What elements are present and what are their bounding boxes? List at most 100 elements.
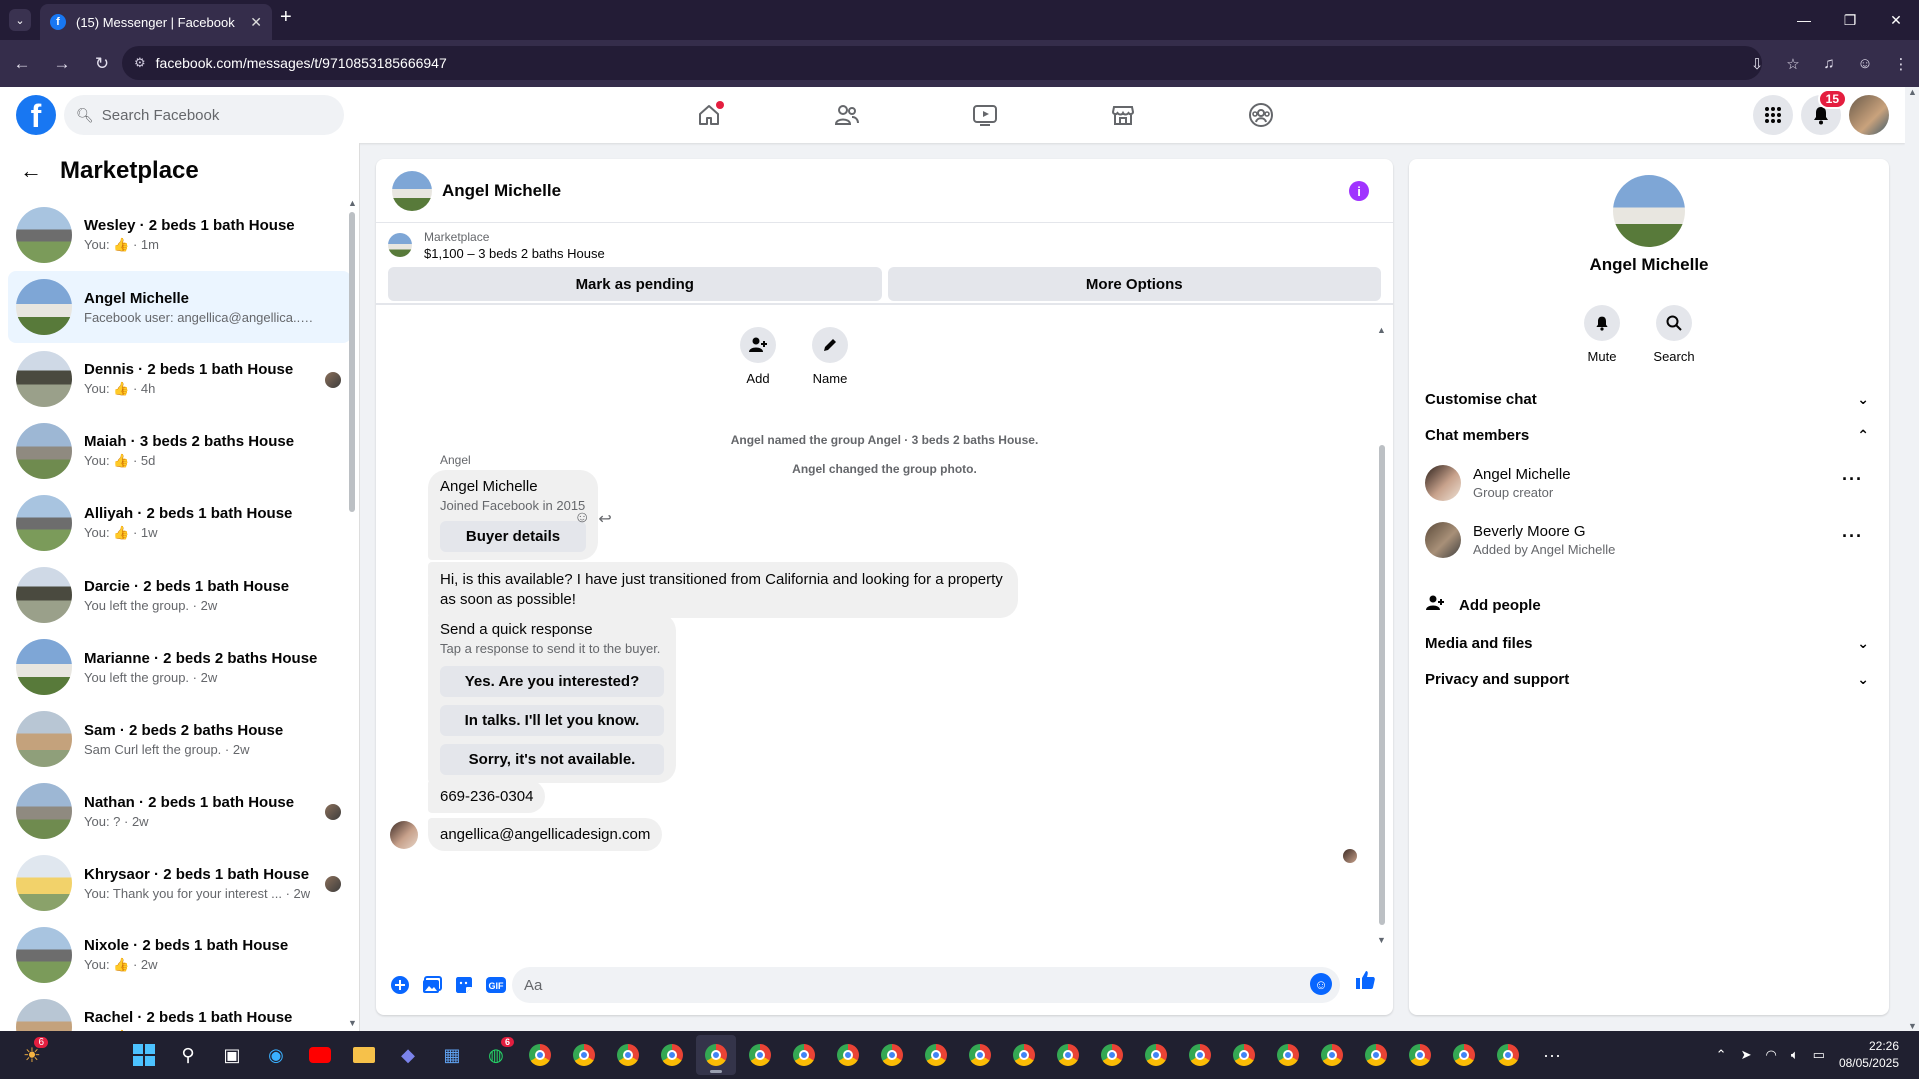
conversation-item[interactable]: Marianne · 2 beds 2 baths House You left …	[8, 631, 351, 703]
more-options-icon[interactable]: ···	[1842, 469, 1863, 490]
close-tab-icon[interactable]: ✕	[250, 14, 262, 31]
message-input[interactable]	[512, 967, 1340, 1003]
scroll-up-icon[interactable]: ▲	[1377, 325, 1386, 335]
nav-video[interactable]	[916, 87, 1054, 143]
notifications-button[interactable]: 15	[1801, 89, 1847, 135]
conversation-item[interactable]: Nixole · 2 beds 1 bath House You: 👍 · 2w	[8, 919, 351, 991]
conversation-item[interactable]: Khrysaor · 2 beds 1 bath House You: Thank…	[8, 847, 351, 919]
email-message-bubble[interactable]: angellica@angellicadesign.com	[428, 818, 663, 851]
task-view-icon[interactable]: ▣	[212, 1035, 252, 1075]
bookmark-star-icon[interactable]: ☆	[1775, 55, 1811, 73]
start-button[interactable]	[124, 1035, 164, 1075]
listing-banner[interactable]: Marketplace $1,100 – 3 beds 2 baths Hous…	[376, 223, 1393, 267]
file-explorer-icon[interactable]	[344, 1035, 384, 1075]
chat-scrollbar[interactable]: ▲ ▼	[1377, 325, 1387, 945]
scroll-up-icon[interactable]: ▲	[348, 198, 357, 208]
conversation-item[interactable]: Sam · 2 beds 2 baths House Sam Curl left …	[8, 703, 351, 775]
chrome-window-icon[interactable]	[960, 1035, 1000, 1075]
add-people-button[interactable]: Add people	[1425, 587, 1541, 623]
scroll-up-icon[interactable]: ▲	[1908, 87, 1917, 97]
chrome-window-icon[interactable]	[916, 1035, 956, 1075]
search-in-chat-button[interactable]: Search	[1653, 305, 1695, 364]
scroll-thumb[interactable]	[1379, 445, 1385, 925]
add-member-action[interactable]: Add	[728, 327, 788, 386]
site-info-icon[interactable]: ⚙	[134, 55, 146, 71]
chrome-window-icon[interactable]	[872, 1035, 912, 1075]
chrome-window-icon[interactable]	[740, 1035, 780, 1075]
scroll-down-icon[interactable]: ▼	[1908, 1021, 1917, 1031]
chrome-window-icon[interactable]	[1312, 1035, 1352, 1075]
chrome-window-icon[interactable]	[1488, 1035, 1528, 1075]
thumbs-up-icon[interactable]	[1354, 969, 1376, 997]
back-button[interactable]: ←	[4, 46, 40, 82]
conversation-item[interactable]: Dennis · 2 beds 1 bath House You: 👍 · 4h	[8, 343, 351, 415]
browser-menu-icon[interactable]: ⋮	[1883, 55, 1919, 73]
minimize-icon[interactable]: —	[1781, 0, 1827, 40]
location-icon[interactable]: ➤	[1741, 1047, 1752, 1063]
conversation-item[interactable]: Rachel · 2 beds 1 bath HouseYou: 👍 · 2w	[8, 991, 351, 1031]
conversation-item[interactable]: Nathan · 2 beds 1 bath House You: ? · 2w	[8, 775, 351, 847]
back-arrow-icon[interactable]: ←	[20, 158, 42, 184]
youtube-icon[interactable]	[300, 1035, 340, 1075]
conversation-item[interactable]: Darcie · 2 beds 1 bath House You left the…	[8, 559, 351, 631]
chrome-window-icon[interactable]	[652, 1035, 692, 1075]
nav-marketplace[interactable]	[1054, 87, 1192, 143]
privacy-support-section[interactable]: Privacy and support ⌄	[1425, 661, 1873, 697]
chrome-window-icon[interactable]	[1048, 1035, 1088, 1075]
scroll-down-icon[interactable]: ▼	[1377, 935, 1386, 945]
volume-icon[interactable]: 🔈︎	[1791, 1047, 1799, 1063]
customise-chat-section[interactable]: Customise chat ⌄	[1425, 381, 1873, 417]
sidebar-scrollbar[interactable]: ▲ ▼	[348, 198, 357, 1028]
chat-members-section[interactable]: Chat members ⌃	[1425, 417, 1873, 453]
sticker-icon[interactable]	[448, 969, 480, 1001]
chat-avatar[interactable]	[392, 170, 432, 211]
panel-avatar[interactable]	[1613, 175, 1685, 247]
scroll-down-icon[interactable]: ▼	[348, 1018, 357, 1028]
tab-search-button[interactable]: ⌄	[0, 0, 40, 40]
account-avatar[interactable]	[1849, 95, 1889, 135]
taskbar-overflow-icon[interactable]: ···	[1532, 1035, 1572, 1075]
wifi-icon[interactable]: ◠	[1765, 1047, 1776, 1063]
chrome-window-icon[interactable]	[608, 1035, 648, 1075]
menu-grid-button[interactable]	[1753, 95, 1793, 135]
facebook-logo-icon[interactable]: f	[16, 95, 56, 135]
profile-icon[interactable]: ☺	[1847, 55, 1883, 72]
conversation-item[interactable]: Maiah · 3 beds 2 baths House You: 👍 · 5d	[8, 415, 351, 487]
member-row[interactable]: Angel Michelle Group creator ···	[1425, 459, 1873, 507]
info-icon[interactable]: i	[1349, 181, 1369, 201]
battery-icon[interactable]: ▭	[1813, 1047, 1825, 1063]
mute-button[interactable]: Mute	[1583, 305, 1621, 364]
close-window-icon[interactable]: ✕	[1873, 0, 1919, 40]
name-group-action[interactable]: Name	[800, 327, 860, 386]
chrome-window-icon[interactable]	[520, 1035, 560, 1075]
chrome-window-icon[interactable]	[1004, 1035, 1044, 1075]
restore-icon[interactable]: ❐	[1827, 0, 1873, 40]
conversation-item[interactable]: Wesley · 2 beds 1 bath House You: 👍 · 1m	[8, 199, 351, 271]
taskbar-search-icon[interactable]: ⚲	[168, 1035, 208, 1075]
emoji-icon[interactable]: ☺	[1310, 973, 1332, 995]
chrome-window-icon[interactable]	[784, 1035, 824, 1075]
clock[interactable]: 22:26 08/05/2025	[1839, 1038, 1899, 1072]
chrome-window-icon[interactable]	[1444, 1035, 1484, 1075]
chrome-window-icon[interactable]	[1092, 1035, 1132, 1075]
sender-avatar[interactable]	[390, 821, 418, 849]
quick-response-in-talks[interactable]: In talks. I'll let you know.	[440, 705, 664, 736]
panel-name[interactable]: Angel Michelle	[1409, 255, 1889, 275]
message-bubble[interactable]: Hi, is this available? I have just trans…	[428, 562, 1018, 618]
edge-icon[interactable]: ◉	[256, 1035, 296, 1075]
quick-response-not-available[interactable]: Sorry, it's not available.	[440, 744, 664, 775]
reload-button[interactable]: ↻	[84, 46, 120, 82]
teams-icon[interactable]: ◆	[388, 1035, 428, 1075]
chrome-window-icon[interactable]	[1400, 1035, 1440, 1075]
chrome-window-icon-active[interactable]	[696, 1035, 736, 1075]
chat-name[interactable]: Angel Michelle	[442, 181, 561, 201]
reply-arrow-icon[interactable]: ↩	[598, 509, 611, 529]
chrome-window-icon[interactable]	[564, 1035, 604, 1075]
browser-tab-active[interactable]: f (15) Messenger | Facebook ✕	[40, 4, 272, 40]
chrome-window-icon[interactable]	[828, 1035, 868, 1075]
scroll-thumb[interactable]	[349, 212, 355, 512]
nav-friends[interactable]	[778, 87, 916, 143]
media-control-icon[interactable]: ♫	[1811, 55, 1847, 72]
gif-icon[interactable]: GIF	[480, 969, 512, 1001]
phone-message-bubble[interactable]: 669-236-0304	[428, 780, 546, 813]
